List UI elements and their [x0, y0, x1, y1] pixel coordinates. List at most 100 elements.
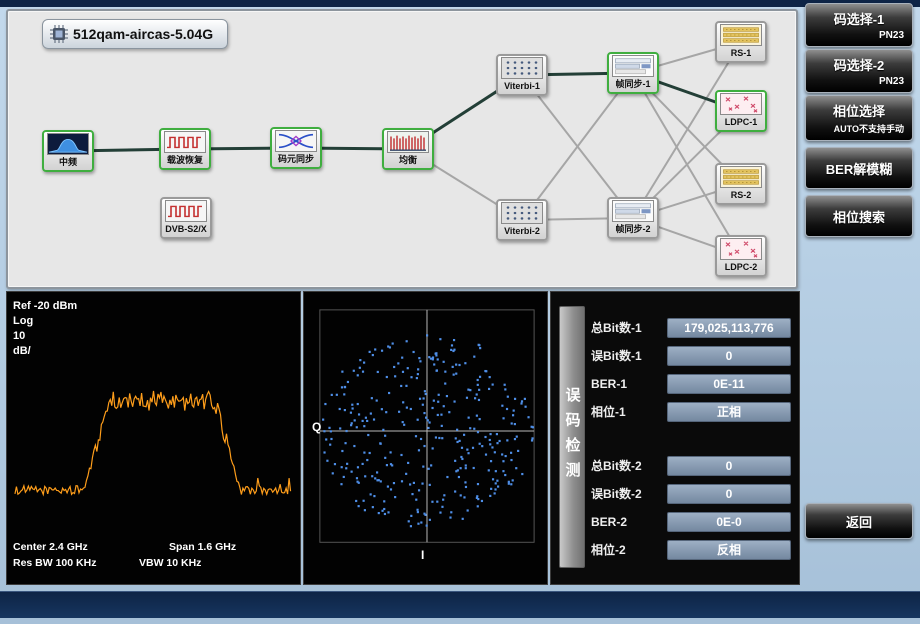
viterbi-icon [501, 57, 543, 79]
flow-node-label: LDPC-2 [717, 260, 765, 274]
spectrum-display: Ref -20 dBm Log 10 dB/ Center 2.4 GHz Sp… [6, 291, 301, 585]
ber-row: 误Bit数-10 [591, 346, 791, 366]
flow-node-mayuan[interactable]: 码元同步 [270, 127, 322, 169]
frame-icon [612, 55, 654, 77]
rs-icon [720, 166, 762, 188]
flow-node-label: 均衡 [384, 153, 432, 167]
back-button[interactable]: 返回 [805, 503, 913, 539]
flow-node-zhen1[interactable]: 帧同步-1 [607, 52, 659, 94]
ber-row-value: 0 [667, 456, 791, 476]
ber-side-label: 误码检测 [559, 306, 585, 568]
flow-node-ldpc1[interactable]: LDPC-1 [715, 90, 767, 132]
code-select-1-button[interactable]: 码选择-1 PN23 [805, 3, 913, 47]
q-axis-label: Q [312, 420, 321, 434]
ber-row-label: 总Bit数-2 [591, 456, 665, 476]
app-window: 512qam-aircas-5.04G 中频 载波恢复 码元同步 均衡 DVB-S2/X… [0, 0, 920, 624]
spectrum-span-label: Span 1.6 GHz [169, 541, 236, 553]
top-bar [0, 0, 920, 7]
flow-node-label: Viterbi-1 [498, 79, 546, 93]
eq-icon [387, 131, 429, 153]
sidebar-button-label: 相位搜索 [806, 207, 912, 226]
sidebar-button-label: 码选择-1 [806, 9, 912, 28]
sync-icon [275, 130, 317, 152]
flow-node-rs1[interactable]: RS-1 [715, 21, 767, 63]
spectrum-log-value: 10 [13, 330, 25, 342]
ber-row-label: 相位-1 [591, 402, 665, 422]
sidebar-button-value: PN23 [806, 76, 912, 87]
ber-row-value: 正相 [667, 402, 791, 422]
spectrum-resbw-label: Res BW 100 KHz [13, 557, 96, 569]
ber-row: 误Bit数-20 [591, 484, 791, 504]
flow-node-rs2[interactable]: RS-2 [715, 163, 767, 205]
spectrum-icon [47, 133, 89, 155]
signal-title-button[interactable]: 512qam-aircas-5.04G [42, 19, 228, 49]
spectrum-ref-label: Ref -20 dBm [13, 300, 77, 312]
flow-node-label: LDPC-1 [717, 115, 765, 129]
ber-row-label: BER-1 [591, 374, 665, 394]
ber-row-label: 相位-2 [591, 540, 665, 560]
sidebar-button-label: 相位选择 [806, 101, 912, 120]
flow-node-ldpc2[interactable]: LDPC-2 [715, 235, 767, 277]
flow-node-zhen2[interactable]: 帧同步-2 [607, 197, 659, 239]
sidebar-button-label: 码选择-2 [806, 55, 912, 74]
ber-row: 相位-2反相 [591, 540, 791, 560]
pulse-icon [165, 200, 207, 222]
ber-row-label: 误Bit数-2 [591, 484, 665, 504]
constellation-display: Q I [303, 291, 548, 585]
flow-node-label: 中频 [44, 155, 92, 169]
ber-row-value: 0E-11 [667, 374, 791, 394]
spectrum-center-label: Center 2.4 GHz [13, 541, 88, 553]
ber-row: BER-20E-0 [591, 512, 791, 532]
ber-deambiguity-button[interactable]: BER解模糊 [805, 147, 913, 189]
flow-node-zhongpin[interactable]: 中频 [42, 130, 94, 172]
sidebar-button-label: BER解模糊 [806, 159, 912, 178]
flow-node-viterbi2[interactable]: Viterbi-2 [496, 199, 548, 241]
flow-diagram: 512qam-aircas-5.04G 中频 载波恢复 码元同步 均衡 DVB-S2/X… [6, 9, 798, 289]
sidebar-button-value: AUTO不支持手动 [806, 122, 912, 135]
viterbi-icon [501, 202, 543, 224]
sidebar-button-value: PN23 [806, 30, 912, 41]
code-select-2-button[interactable]: 码选择-2 PN23 [805, 49, 913, 93]
flow-node-dvbs2x[interactable]: DVB-S2/X [160, 197, 212, 239]
flow-node-label: Viterbi-2 [498, 224, 546, 238]
ber-row: 相位-1正相 [591, 402, 791, 422]
spectrum-vbw-label: VBW 10 KHz [139, 557, 201, 569]
ber-row-label: BER-2 [591, 512, 665, 532]
flow-node-junheng[interactable]: 均衡 [382, 128, 434, 170]
ber-row-value: 179,025,113,776 [667, 318, 791, 338]
phase-search-button[interactable]: 相位搜索 [805, 195, 913, 237]
signal-title: 512qam-aircas-5.04G [73, 26, 213, 42]
ber-row-value: 0E-0 [667, 512, 791, 532]
bottom-bar [0, 591, 920, 618]
phase-select-button[interactable]: 相位选择 AUTO不支持手动 [805, 95, 913, 141]
ber-row: BER-10E-11 [591, 374, 791, 394]
flow-node-viterbi1[interactable]: Viterbi-1 [496, 54, 548, 96]
ber-row: 总Bit数-20 [591, 456, 791, 476]
flow-node-label: 帧同步-1 [609, 77, 657, 91]
i-axis-label: I [421, 548, 424, 562]
flow-node-label: RS-2 [717, 188, 765, 202]
ber-row: 总Bit数-1179,025,113,776 [591, 318, 791, 338]
ber-row-label: 误Bit数-1 [591, 346, 665, 366]
ber-row-value: 0 [667, 346, 791, 366]
flow-node-label: 载波恢复 [161, 153, 209, 167]
frame-icon [612, 200, 654, 222]
spectrum-db-label: dB/ [13, 345, 31, 357]
ber-row-label: 总Bit数-1 [591, 318, 665, 338]
flow-node-zaibo[interactable]: 载波恢复 [159, 128, 211, 170]
ber-row-value: 反相 [667, 540, 791, 560]
ber-row-value: 0 [667, 484, 791, 504]
ldpc-icon [720, 93, 762, 115]
flow-node-label: DVB-S2/X [162, 222, 210, 236]
ber-stats-panel: 误码检测 总Bit数-1179,025,113,776误Bit数-10BER-1… [550, 291, 800, 585]
chip-icon [49, 24, 69, 44]
flow-node-label: RS-1 [717, 46, 765, 60]
flow-node-label: 帧同步-2 [609, 222, 657, 236]
rs-icon [720, 24, 762, 46]
flow-node-label: 码元同步 [272, 152, 320, 166]
ldpc-icon [720, 238, 762, 260]
back-button-label: 返回 [806, 512, 912, 531]
constellation-plot [304, 292, 547, 584]
pulse-icon [164, 131, 206, 153]
spectrum-log-label: Log [13, 315, 33, 327]
